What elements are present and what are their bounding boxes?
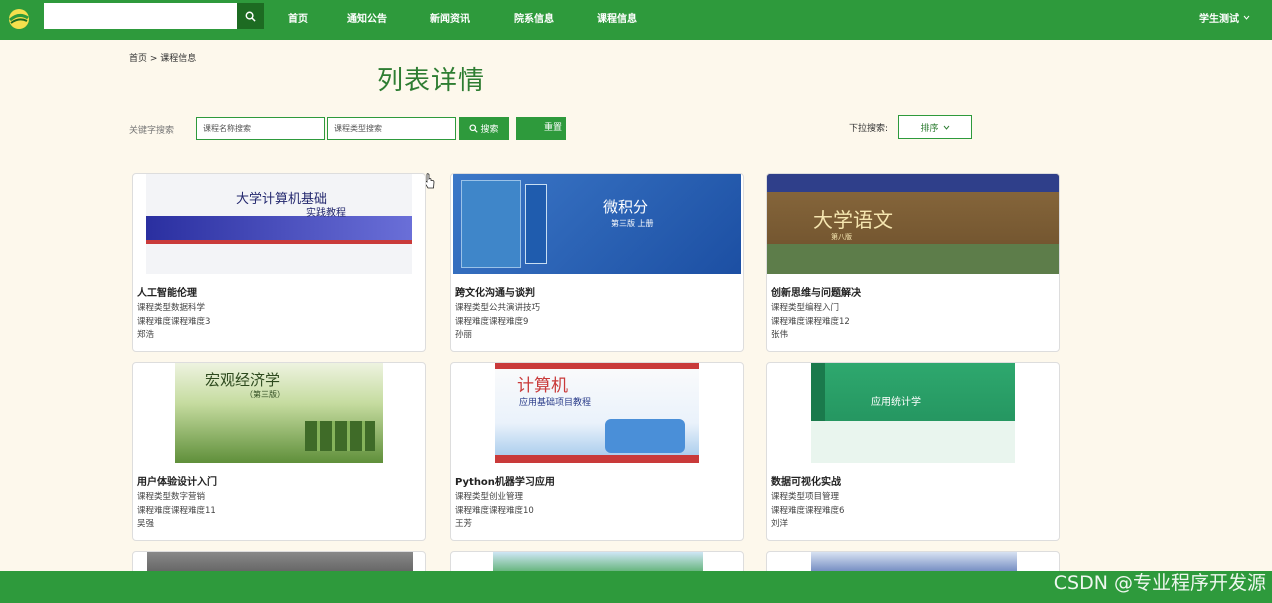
cover-title: 微积分: [603, 198, 649, 216]
sort-dropdown-label: 排序: [920, 123, 939, 134]
course-card[interactable]: 大学语文 第八版 创新思维与问题解决 课程类型编程入门 课程难度课程难度12 张…: [766, 173, 1060, 352]
page-title: 列表详情: [377, 66, 486, 96]
course-card[interactable]: 计算机 应用基础项目教程 Python机器学习应用 课程类型创业管理 课程难度课…: [450, 362, 744, 541]
course-cover-image: 大学语文 第八版: [767, 174, 1059, 274]
course-difficulty: 课程难度课程难度3: [137, 317, 211, 327]
cover-title: 计算机: [517, 376, 568, 396]
cover-title: 大学语文: [813, 208, 893, 232]
course-cover-image: 大学计算机基础 实践教程: [133, 174, 425, 274]
cover-subtitle: 第三版 上册: [611, 219, 654, 228]
course-teacher: 张伟: [771, 330, 789, 340]
course-teacher: 孙丽: [455, 330, 473, 340]
course-name-search-input[interactable]: 课程名称搜索: [196, 117, 325, 140]
course-name[interactable]: 人工智能伦理: [137, 284, 197, 299]
course-name[interactable]: 创新思维与问题解决: [771, 284, 861, 299]
course-type: 课程类型编程入门: [771, 303, 840, 313]
course-teacher: 吴强: [137, 519, 155, 529]
course-name[interactable]: Python机器学习应用: [455, 473, 555, 488]
course-cover-image: 微积分 第三版 上册: [451, 174, 743, 274]
course-type-search-input[interactable]: 课程类型搜索: [327, 117, 456, 140]
search-icon: [469, 124, 479, 133]
chevron-down-icon: [943, 125, 949, 130]
course-cover-image: 宏观经济学 （第三版）: [133, 363, 425, 463]
course-teacher: 刘洋: [771, 519, 789, 529]
course-type: 课程类型项目管理: [771, 492, 840, 502]
cover-title: 宏观经济学: [205, 371, 281, 389]
breadcrumb[interactable]: 首页 > 课程信息: [129, 51, 196, 64]
cover-subtitle: 实践教程: [306, 208, 346, 219]
nav-item-courses[interactable]: 课程信息: [597, 10, 637, 25]
user-name: 学生测试: [1199, 14, 1239, 25]
course-difficulty: 课程难度课程难度11: [137, 506, 216, 516]
keyword-search-label: 关键字搜索: [129, 126, 175, 136]
course-cover-image: 应用统计学: [767, 363, 1059, 463]
course-card[interactable]: 大学计算机基础 实践教程 人工智能伦理 课程类型数据科学 课程难度课程难度3 郑…: [132, 173, 426, 352]
user-menu[interactable]: 学生测试: [1199, 10, 1250, 25]
course-difficulty: 课程难度课程难度6: [771, 506, 845, 516]
nav-item-home[interactable]: 首页: [288, 10, 308, 25]
cover-title: 应用统计学: [871, 397, 921, 408]
search-button-label: 搜索: [480, 125, 499, 135]
course-card[interactable]: 应用统计学 数据可视化实战 课程类型项目管理 课程难度课程难度6 刘洋: [766, 362, 1060, 541]
nav-item-news[interactable]: 新闻资讯: [430, 10, 470, 25]
course-name[interactable]: 跨文化沟通与谈判: [455, 284, 535, 299]
course-name[interactable]: 用户体验设计入门: [137, 473, 217, 488]
search-button[interactable]: 搜索: [459, 117, 509, 140]
cover-subtitle: 应用基础项目教程: [519, 398, 592, 408]
watermark: CSDN @专业程序开发源: [1053, 572, 1266, 594]
course-type: 课程类型数据科学: [137, 303, 206, 313]
top-search-button[interactable]: [237, 3, 264, 29]
course-difficulty: 课程难度课程难度12: [771, 317, 850, 327]
course-teacher: 王芳: [455, 519, 473, 529]
cover-subtitle: 第八版: [831, 233, 852, 241]
course-card[interactable]: 微积分 第三版 上册 跨文化沟通与谈判 课程类型公共演讲技巧 课程难度课程难度9…: [450, 173, 744, 352]
course-type: 课程类型创业管理: [455, 492, 524, 502]
course-card[interactable]: 宏观经济学 （第三版） 用户体验设计入门 课程类型数字营销 课程难度课程难度11…: [132, 362, 426, 541]
sort-dropdown[interactable]: 排序: [898, 115, 972, 139]
course-difficulty: 课程难度课程难度9: [455, 317, 529, 327]
course-difficulty: 课程难度课程难度10: [455, 506, 534, 516]
cover-subtitle: （第三版）: [245, 390, 285, 399]
course-teacher: 郑浩: [137, 330, 155, 340]
course-cover-image: 计算机 应用基础项目教程: [451, 363, 743, 463]
nav-item-departments[interactable]: 院系信息: [514, 10, 554, 25]
search-icon: [245, 11, 256, 22]
chevron-down-icon: [1243, 15, 1250, 20]
dropdown-search-label: 下拉搜索:: [849, 124, 889, 134]
top-search-input[interactable]: [44, 3, 237, 29]
course-name[interactable]: 数据可视化实战: [771, 473, 841, 488]
logo-icon[interactable]: [8, 8, 30, 30]
course-type: 课程类型公共演讲技巧: [455, 303, 541, 313]
reset-button[interactable]: 重置: [516, 117, 566, 140]
top-nav-bar: 首页 通知公告 新闻资讯 院系信息 课程信息 学生测试: [0, 0, 1272, 40]
nav-item-notices[interactable]: 通知公告: [347, 10, 387, 25]
course-type: 课程类型数字营销: [137, 492, 206, 502]
